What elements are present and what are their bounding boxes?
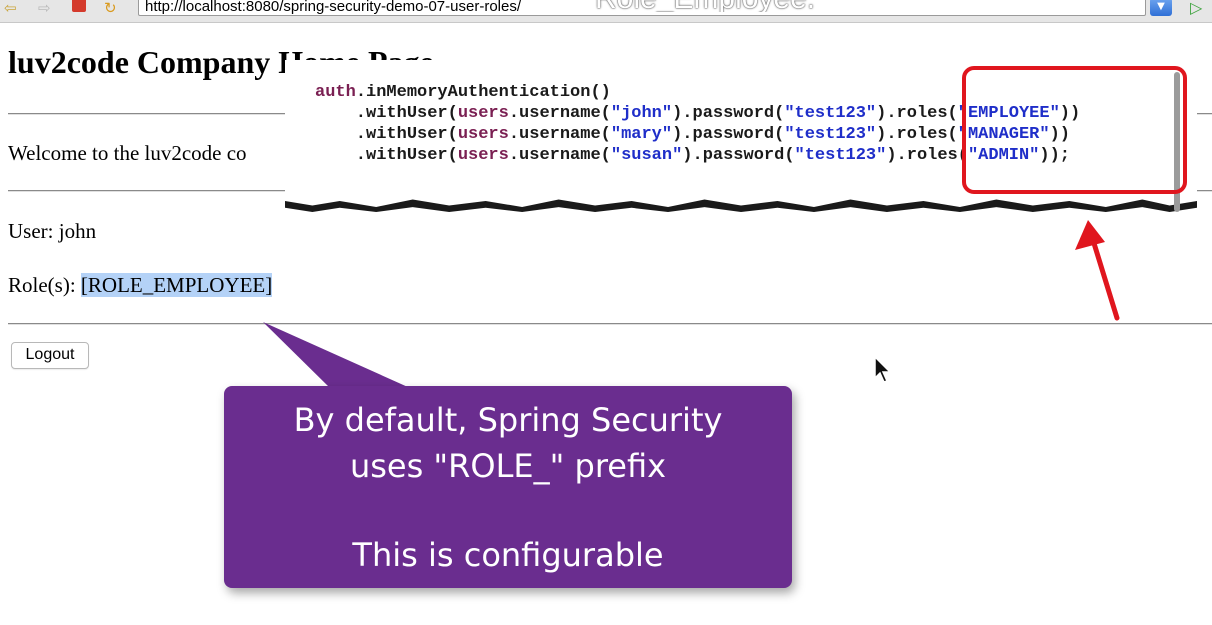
roles-label: Role(s): — [8, 273, 81, 297]
callout-line-3: This is configurable — [352, 536, 664, 574]
callout-bubble: By default, Spring Security uses "ROLE_"… — [224, 386, 792, 588]
mouse-cursor-icon — [874, 356, 892, 383]
callout-line-2: uses "ROLE_" prefix — [349, 447, 667, 485]
code-line-3: .withUser(users.username("mary").passwor… — [315, 125, 1070, 144]
dropdown-icon[interactable]: ▼ — [1150, 0, 1172, 16]
red-arrow-icon — [1075, 220, 1120, 321]
logout-button[interactable]: Logout — [11, 342, 89, 369]
roles-value: [ROLE_EMPLOYEE] — [80, 273, 273, 297]
divider — [8, 323, 1212, 325]
back-arrow-icon[interactable]: ⇦ — [4, 0, 17, 18]
roles-highlight-box — [962, 66, 1187, 194]
user-info: User: john — [8, 219, 97, 243]
forward-arrow-icon[interactable]: ⇨ — [38, 0, 51, 18]
reload-icon[interactable]: ↻ — [104, 0, 117, 18]
roles-info: Role(s): [ROLE_EMPLOYEE] — [8, 272, 273, 298]
callout-line-1: By default, Spring Security — [293, 401, 723, 439]
code-line-4: .withUser(users.username("susan").passwo… — [315, 146, 1070, 165]
url-overlay-text: Role_Employee. — [595, 0, 975, 12]
stop-icon[interactable] — [72, 0, 86, 12]
go-icon[interactable]: ▷ — [1190, 0, 1202, 18]
browser-toolbar: ⇦ ⇨ ↻ http://localhost:8080/spring-secur… — [0, 0, 1212, 23]
code-line-1: auth.inMemoryAuthentication() — [315, 83, 611, 102]
welcome-text: Welcome to the luv2code co — [8, 141, 247, 165]
